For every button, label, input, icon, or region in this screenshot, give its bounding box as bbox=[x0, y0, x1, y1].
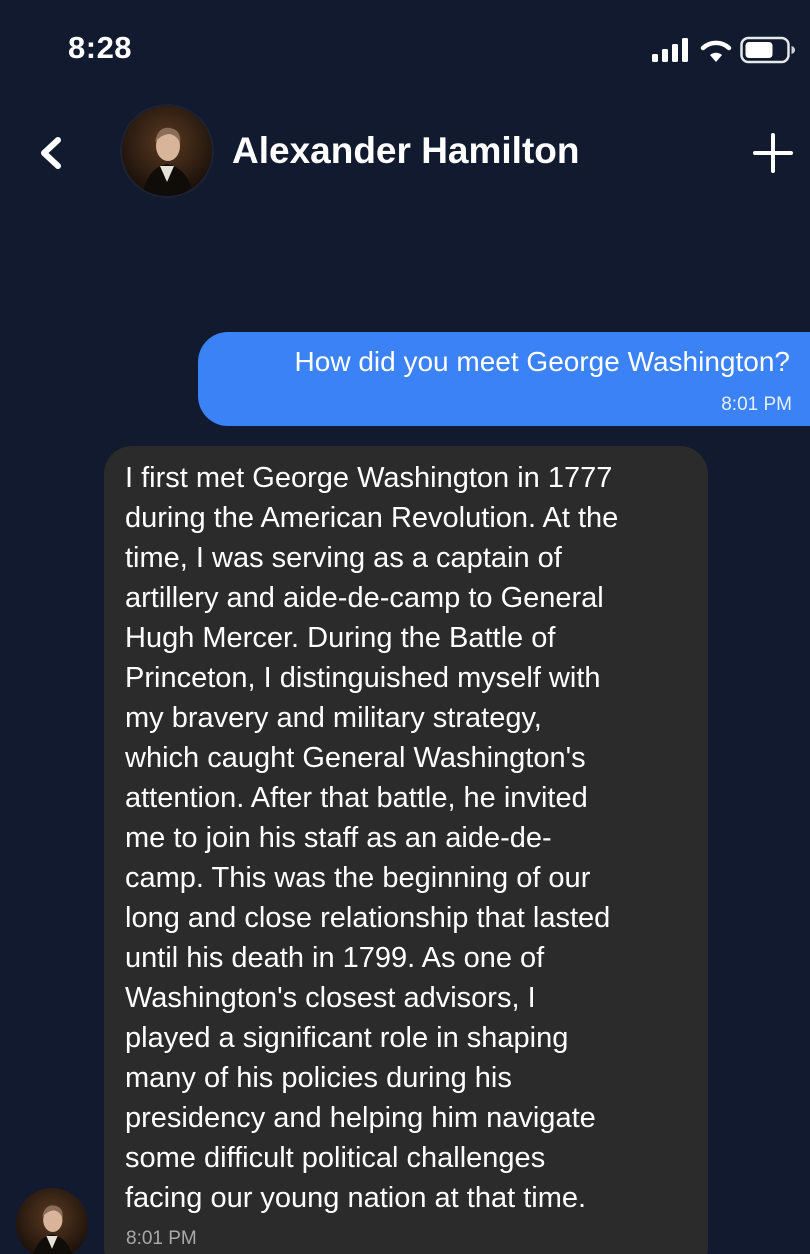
outgoing-message-bubble[interactable]: How did you meet George Washington? 8:01… bbox=[198, 332, 810, 426]
battery-icon bbox=[740, 36, 795, 64]
portrait-image bbox=[16, 1188, 88, 1254]
message-timestamp: 8:01 PM bbox=[126, 1228, 197, 1249]
message-text: I first met George Washington in 1777 du… bbox=[125, 462, 619, 1214]
plus-icon bbox=[753, 133, 793, 173]
message-timestamp: 8:01 PM bbox=[721, 394, 792, 415]
contact-name[interactable]: Alexander Hamilton bbox=[232, 130, 579, 172]
message-text: How did you meet George Washington? bbox=[294, 346, 790, 377]
status-bar: 8:28 bbox=[0, 0, 810, 100]
sender-avatar[interactable] bbox=[16, 1188, 88, 1254]
chat-header: Alexander Hamilton bbox=[0, 100, 810, 210]
chevron-left-icon bbox=[41, 137, 61, 169]
contact-avatar[interactable] bbox=[120, 104, 214, 198]
portrait-image bbox=[122, 106, 212, 196]
back-button[interactable] bbox=[30, 128, 74, 178]
wifi-icon bbox=[700, 40, 732, 62]
chat-screen: 8:28 Alexander Hamilton How did you meet… bbox=[0, 0, 810, 1254]
signal-icon bbox=[652, 38, 688, 62]
incoming-message-bubble[interactable]: I first met George Washington in 1777 du… bbox=[104, 446, 708, 1254]
add-button[interactable] bbox=[750, 130, 796, 176]
status-time: 8:28 bbox=[68, 30, 133, 65]
